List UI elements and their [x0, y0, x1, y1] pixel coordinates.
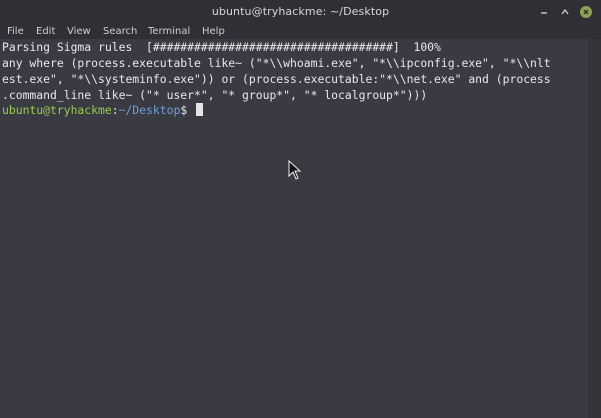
output-line: est.exe", "*\\systeminfo.exe")) or (proc… — [2, 72, 551, 86]
terminal-output[interactable]: Parsing Sigma rules [###################… — [0, 39, 589, 418]
menu-view[interactable]: View — [67, 25, 91, 38]
minimize-icon — [541, 12, 547, 14]
prompt-user-host: ubuntu@tryhackme — [2, 103, 112, 117]
maximize-icon — [561, 8, 569, 15]
menu-file[interactable]: File — [7, 25, 24, 38]
output-line: .command_line like~ ("* user*", "* group… — [2, 88, 428, 102]
menu-terminal[interactable]: Terminal — [148, 25, 190, 38]
minimize-button[interactable] — [538, 6, 550, 18]
close-icon — [583, 9, 589, 15]
menu-help[interactable]: Help — [202, 25, 225, 38]
close-button[interactable] — [580, 6, 592, 18]
text-cursor — [196, 103, 204, 116]
prompt-symbol: $ — [180, 103, 195, 117]
shell-prompt: ubuntu@tryhackme:~/Desktop$ — [2, 102, 204, 118]
menu-search[interactable]: Search — [103, 25, 137, 38]
prompt-separator: : — [111, 103, 119, 117]
output-line: any where (process.executable like~ ("*\… — [2, 56, 551, 70]
menu-edit[interactable]: Edit — [36, 25, 55, 38]
title-bar[interactable]: ubuntu@tryhackme: ~/Desktop — [0, 0, 601, 25]
output-line: Parsing Sigma rules [###################… — [2, 40, 441, 54]
mouse-pointer-icon — [288, 160, 302, 180]
scrollbar[interactable] — [589, 39, 601, 418]
prompt-path: ~/Desktop — [118, 103, 181, 117]
maximize-button[interactable] — [559, 6, 571, 18]
terminal-window: ubuntu@tryhackme: ~/Desktop File Edit Vi… — [0, 0, 601, 418]
window-title: ubuntu@tryhackme: ~/Desktop — [211, 5, 390, 18]
menu-bar: File Edit View Search Terminal Help — [0, 24, 601, 39]
